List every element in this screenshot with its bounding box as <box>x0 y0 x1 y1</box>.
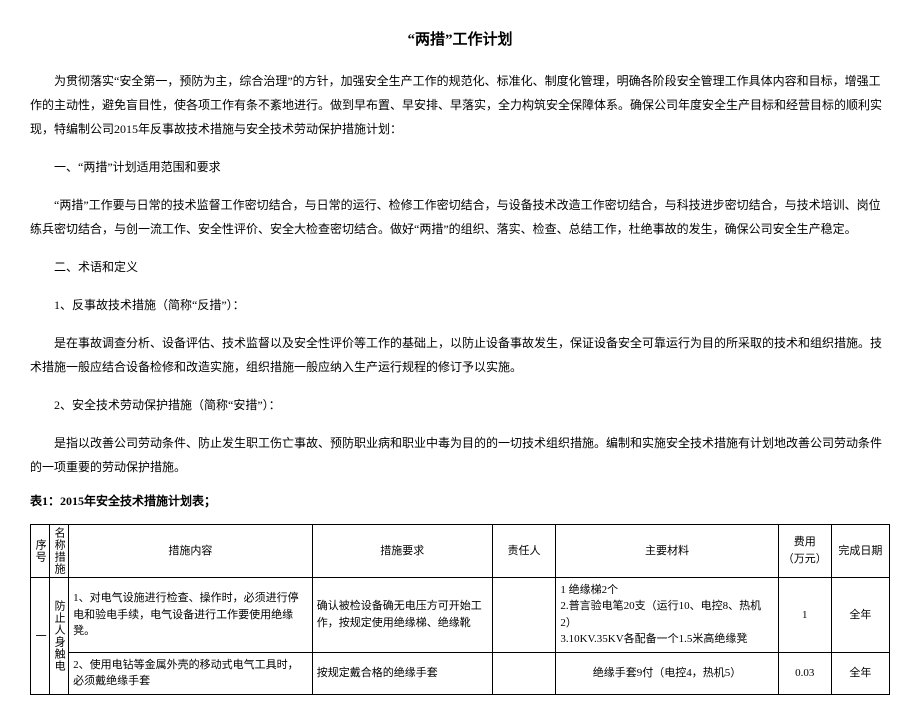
table-row: 2、使用电钻等金属外壳的移动式电气工具时，必须戴绝缘手套 按规定戴合格的绝缘手套… <box>31 652 890 694</box>
cell-content: 2、使用电钻等金属外壳的移动式电气工具时，必须戴绝缘手套 <box>69 652 313 694</box>
table-caption: 表1：2015年安全技术措施计划表； <box>30 493 890 510</box>
col-name: 名称措施 <box>50 524 69 577</box>
col-req: 措施要求 <box>312 524 492 577</box>
cell-date: 全年 <box>831 577 889 652</box>
col-cost: 费用（万元） <box>778 524 831 577</box>
table-header-row: 序号 名称措施 措施内容 措施要求 责任人 主要材料 费用（万元） 完成日期 <box>31 524 890 577</box>
cell-owner <box>492 652 556 694</box>
paragraph-scope: “两措”工作要与日常的技术监督工作密切结合，与日常的运行、检修工作密切结合，与设… <box>30 193 890 241</box>
cell-mat: 1 绝缘梯2个 2.普言验电笔20支（运行10、电控8、热机2） 3.10KV.… <box>556 577 778 652</box>
paragraph-ancuo: 是指以改善公司劳动条件、防止发生职工伤亡事故、预防职业病和职业中毒为目的的一切技… <box>30 431 890 479</box>
paragraph-fancuo: 是在事故调查分析、设备评估、技术监督以及安全性评价等工作的基础上，以防止设备事故… <box>30 331 890 379</box>
cell-req: 确认被检设备确无电压方可开始工作，按规定使用绝缘梯、绝缘靴 <box>312 577 492 652</box>
cell-date: 全年 <box>831 652 889 694</box>
cell-mat: 绝缘手套9付（电控4，热机5） <box>556 652 778 694</box>
cell-name: 防止人身触电 <box>50 577 69 694</box>
table-row: 一 防止人身触电 1、对电气设施进行检查、操作时，必须进行停电和验电手续，电气设… <box>31 577 890 652</box>
section-2-head: 二、术语和定义 <box>30 255 890 279</box>
section-2b-head: 2、安全技术劳动保护措施（简称“安措”）： <box>30 393 890 417</box>
col-mat: 主要材料 <box>556 524 778 577</box>
cell-req: 按规定戴合格的绝缘手套 <box>312 652 492 694</box>
cell-content: 1、对电气设施进行检查、操作时，必须进行停电和验电手续，电气设备进行工作要使用绝… <box>69 577 313 652</box>
col-date: 完成日期 <box>831 524 889 577</box>
col-seq: 序号 <box>31 524 50 577</box>
cell-owner <box>492 577 556 652</box>
cell-cost: 0.03 <box>778 652 831 694</box>
cell-cost: 1 <box>778 577 831 652</box>
measures-table: 序号 名称措施 措施内容 措施要求 责任人 主要材料 费用（万元） 完成日期 一… <box>30 524 890 695</box>
page-title: “两措”工作计划 <box>30 30 890 51</box>
section-2a-head: 1、反事故技术措施（简称“反措”）： <box>30 293 890 317</box>
col-owner: 责任人 <box>492 524 556 577</box>
paragraph-intro: 为贯彻落实“安全第一，预防为主，综合治理”的方针，加强安全生产工作的规范化、标准… <box>30 69 890 141</box>
col-content: 措施内容 <box>69 524 313 577</box>
cell-seq: 一 <box>31 577 50 694</box>
section-1-head: 一、“两措”计划适用范围和要求 <box>30 155 890 179</box>
